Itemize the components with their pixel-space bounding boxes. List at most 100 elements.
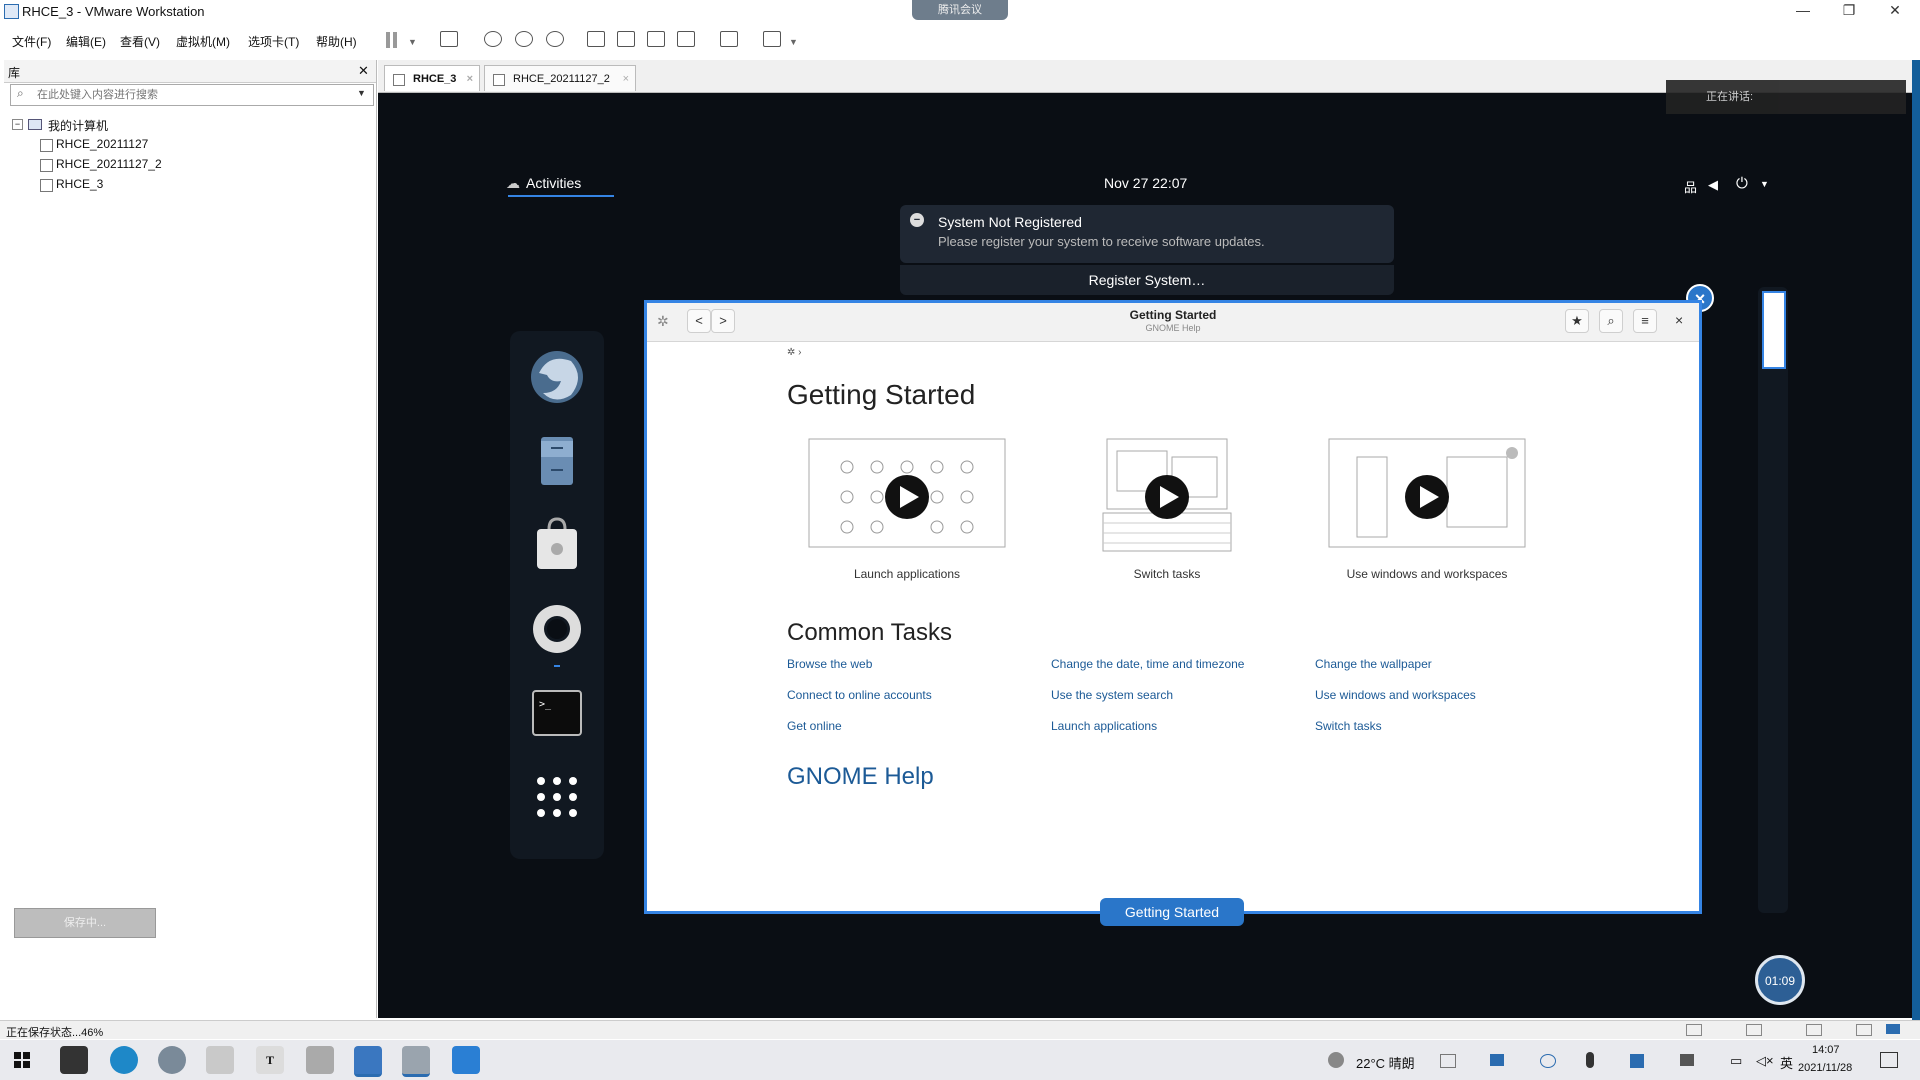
- tab-close-icon[interactable]: ×: [623, 66, 629, 92]
- volume-icon[interactable]: ◀: [1708, 177, 1718, 193]
- network-status-icon[interactable]: [1746, 1024, 1762, 1036]
- close-button[interactable]: ✕: [1872, 0, 1918, 22]
- files-icon[interactable]: [527, 431, 587, 491]
- bookmark-button[interactable]: ★: [1565, 309, 1589, 333]
- library-search-input[interactable]: [35, 86, 339, 104]
- video-thumb-switch[interactable]: [1067, 437, 1267, 560]
- battery-icon[interactable]: [1680, 1054, 1694, 1066]
- breadcrumb-home-icon[interactable]: ✲ ›: [787, 347, 802, 358]
- stretch-icon[interactable]: [763, 31, 781, 47]
- pause-icon[interactable]: [386, 32, 390, 48]
- workspace-thumbnails[interactable]: [1758, 287, 1788, 913]
- tree-vm-item[interactable]: RHCE_20211127: [4, 136, 364, 154]
- volume-mute-icon[interactable]: ◁×: [1756, 1053, 1774, 1069]
- unity-icon[interactable]: [677, 31, 695, 47]
- tab-close-icon[interactable]: ×: [467, 66, 473, 92]
- terminal-icon[interactable]: >_: [527, 683, 587, 743]
- saving-button[interactable]: 保存中...: [14, 908, 156, 938]
- sublime-app-icon[interactable]: [60, 1046, 88, 1074]
- chrome-app-icon[interactable]: [158, 1046, 186, 1074]
- tab-rhce-20211127-2[interactable]: RHCE_20211127_2 ×: [484, 65, 636, 91]
- tray-icon[interactable]: [1630, 1054, 1644, 1068]
- task-link-browse-web[interactable]: Browse the web: [787, 657, 872, 671]
- menu-tabs[interactable]: 选项卡(T): [248, 33, 299, 50]
- task-link-system-search[interactable]: Use the system search: [1051, 688, 1173, 702]
- menu-vm[interactable]: 虚拟机(M): [176, 33, 230, 50]
- message-status-icon[interactable]: [1886, 1024, 1900, 1034]
- top-bar-clock[interactable]: Nov 27 22:07: [1104, 175, 1187, 191]
- video-caption[interactable]: Use windows and workspaces: [1297, 567, 1557, 581]
- edge-app-icon[interactable]: [110, 1046, 138, 1074]
- snapshot-manager-icon[interactable]: [546, 31, 564, 47]
- help-close-icon[interactable]: ×: [1675, 312, 1683, 328]
- restore-button[interactable]: ❐: [1826, 0, 1872, 22]
- library-search[interactable]: ⌕ ▼: [10, 84, 374, 106]
- system-menu-arrow-icon[interactable]: ▼: [1760, 179, 1769, 189]
- tree-vm-item[interactable]: RHCE_20211127_2: [4, 156, 364, 174]
- software-icon[interactable]: [527, 515, 587, 575]
- clock-time[interactable]: 14:07: [1812, 1044, 1840, 1056]
- app-grid-icon[interactable]: [527, 767, 587, 827]
- notification-banner[interactable]: − System Not Registered Please register …: [900, 205, 1394, 263]
- stretch-dropdown-icon[interactable]: ▼: [789, 37, 798, 47]
- task-link-get-online[interactable]: Get online: [787, 719, 842, 733]
- register-system-button[interactable]: Register System…: [900, 265, 1394, 295]
- workspace-thumbnail[interactable]: [1762, 291, 1786, 369]
- photos-app-icon[interactable]: [452, 1046, 480, 1074]
- menu-edit[interactable]: 编辑(E): [66, 33, 106, 50]
- thumbnail-bar-icon[interactable]: [617, 31, 635, 47]
- gnome-help-link[interactable]: GNOME Help: [787, 763, 934, 791]
- meeting-notch[interactable]: 腾讯会议: [912, 0, 1008, 20]
- task-link-windows-workspaces[interactable]: Use windows and workspaces: [1315, 688, 1476, 702]
- menu-help[interactable]: 帮助(H): [316, 33, 357, 50]
- hdd-status-icon[interactable]: [1686, 1024, 1702, 1036]
- typora-app-icon[interactable]: T: [256, 1046, 284, 1074]
- menu-button[interactable]: ≡: [1633, 309, 1657, 333]
- collapse-icon[interactable]: −: [12, 119, 23, 130]
- search-dropdown-icon[interactable]: ▼: [357, 88, 366, 98]
- usb-status-icon[interactable]: [1806, 1024, 1822, 1036]
- tray-icon[interactable]: [1440, 1054, 1456, 1068]
- activities-button[interactable]: ☁ Activities: [506, 175, 581, 192]
- help-lifebuoy-icon[interactable]: [527, 599, 587, 659]
- weather-icon[interactable]: [1328, 1052, 1344, 1068]
- video-caption[interactable]: Launch applications: [777, 567, 1037, 581]
- show-library-icon[interactable]: [587, 31, 605, 47]
- tray-icon[interactable]: [1490, 1054, 1504, 1066]
- fullscreen-icon[interactable]: [647, 31, 665, 47]
- search-button[interactable]: ⌕: [1599, 309, 1623, 333]
- printer-status-icon[interactable]: [1856, 1024, 1872, 1036]
- weather-text[interactable]: 22°C 晴朗: [1356, 1053, 1415, 1072]
- send-keys-icon[interactable]: [440, 31, 458, 47]
- tray-icon[interactable]: [1540, 1054, 1556, 1068]
- wps-app-icon[interactable]: [206, 1046, 234, 1074]
- task-link-launch-apps[interactable]: Launch applications: [1051, 719, 1157, 733]
- notification-center-icon[interactable]: [1880, 1052, 1898, 1068]
- console-icon[interactable]: [720, 31, 738, 47]
- clock-date[interactable]: 2021/11/28: [1798, 1062, 1852, 1074]
- microphone-icon[interactable]: [1586, 1052, 1594, 1068]
- network-tray-icon[interactable]: ▭: [1730, 1053, 1742, 1069]
- tree-vm-item[interactable]: RHCE_3: [4, 176, 364, 194]
- pause-dropdown-icon[interactable]: ▼: [408, 37, 417, 47]
- task-link-change-date[interactable]: Change the date, time and timezone: [1051, 657, 1244, 671]
- power-icon[interactable]: ⏻: [1736, 175, 1748, 192]
- network-icon[interactable]: 品: [1684, 177, 1697, 196]
- windows-start-icon[interactable]: [14, 1052, 30, 1068]
- help-window[interactable]: ✲ < > Getting Started GNOME Help ★ ⌕ ≡ ×…: [644, 300, 1702, 914]
- task-link-online-accounts[interactable]: Connect to online accounts: [787, 688, 932, 702]
- video-caption[interactable]: Switch tasks: [1037, 567, 1297, 581]
- firefox-icon[interactable]: [527, 347, 587, 407]
- video-thumb-launch[interactable]: [807, 437, 1007, 560]
- tab-rhce-3[interactable]: RHCE_3 ×: [384, 65, 480, 91]
- vmware-app-icon[interactable]: [354, 1046, 382, 1077]
- video-thumb-windows[interactable]: [1327, 437, 1527, 560]
- ime-indicator[interactable]: 英: [1780, 1053, 1793, 1072]
- menu-view[interactable]: 查看(V): [120, 33, 160, 50]
- menu-file[interactable]: 文件(F): [12, 33, 51, 50]
- recording-timer[interactable]: 01:09: [1755, 955, 1805, 1005]
- meeting-app-icon[interactable]: [402, 1046, 430, 1077]
- snapshot-icon[interactable]: [484, 31, 502, 47]
- tree-my-computer[interactable]: − 我的计算机: [4, 116, 364, 134]
- task-link-switch-tasks[interactable]: Switch tasks: [1315, 719, 1382, 733]
